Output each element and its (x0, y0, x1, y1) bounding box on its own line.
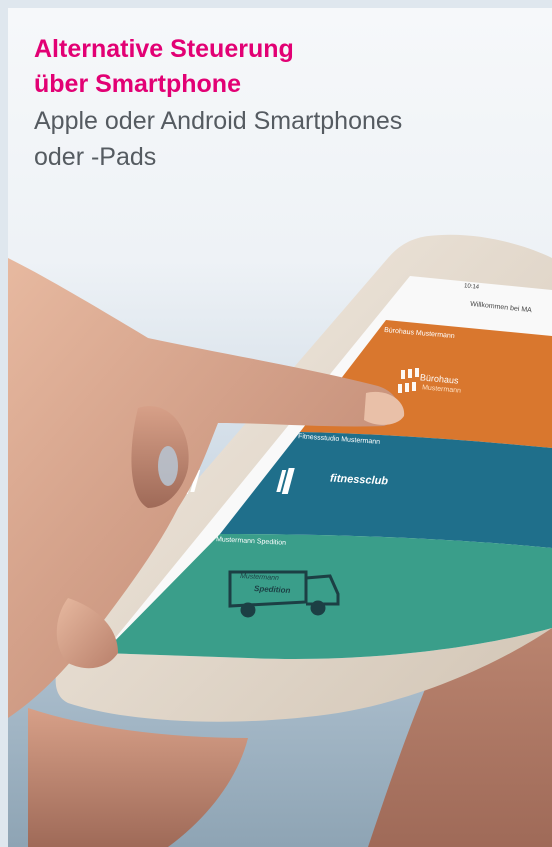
spedition-logo-line2: Spedition (253, 584, 291, 595)
page-subheadline: Apple oder Android Smartphones oder -Pad… (34, 103, 402, 175)
headline-line-1: Alternative Steuerung (34, 35, 294, 63)
thumbnail (158, 446, 178, 486)
page-headline: Alternative Steuerung über Smartphone (34, 32, 294, 102)
subheadline-line-1: Apple oder Android Smartphones (34, 107, 403, 135)
promo-scene: 10:14 Willkommen bei MA Bürohaus Musterm… (8, 8, 552, 847)
subheadline-line-2: oder -Pads (34, 143, 157, 171)
lower-palm (28, 708, 248, 847)
headline-line-2: über Smartphone (34, 70, 241, 98)
